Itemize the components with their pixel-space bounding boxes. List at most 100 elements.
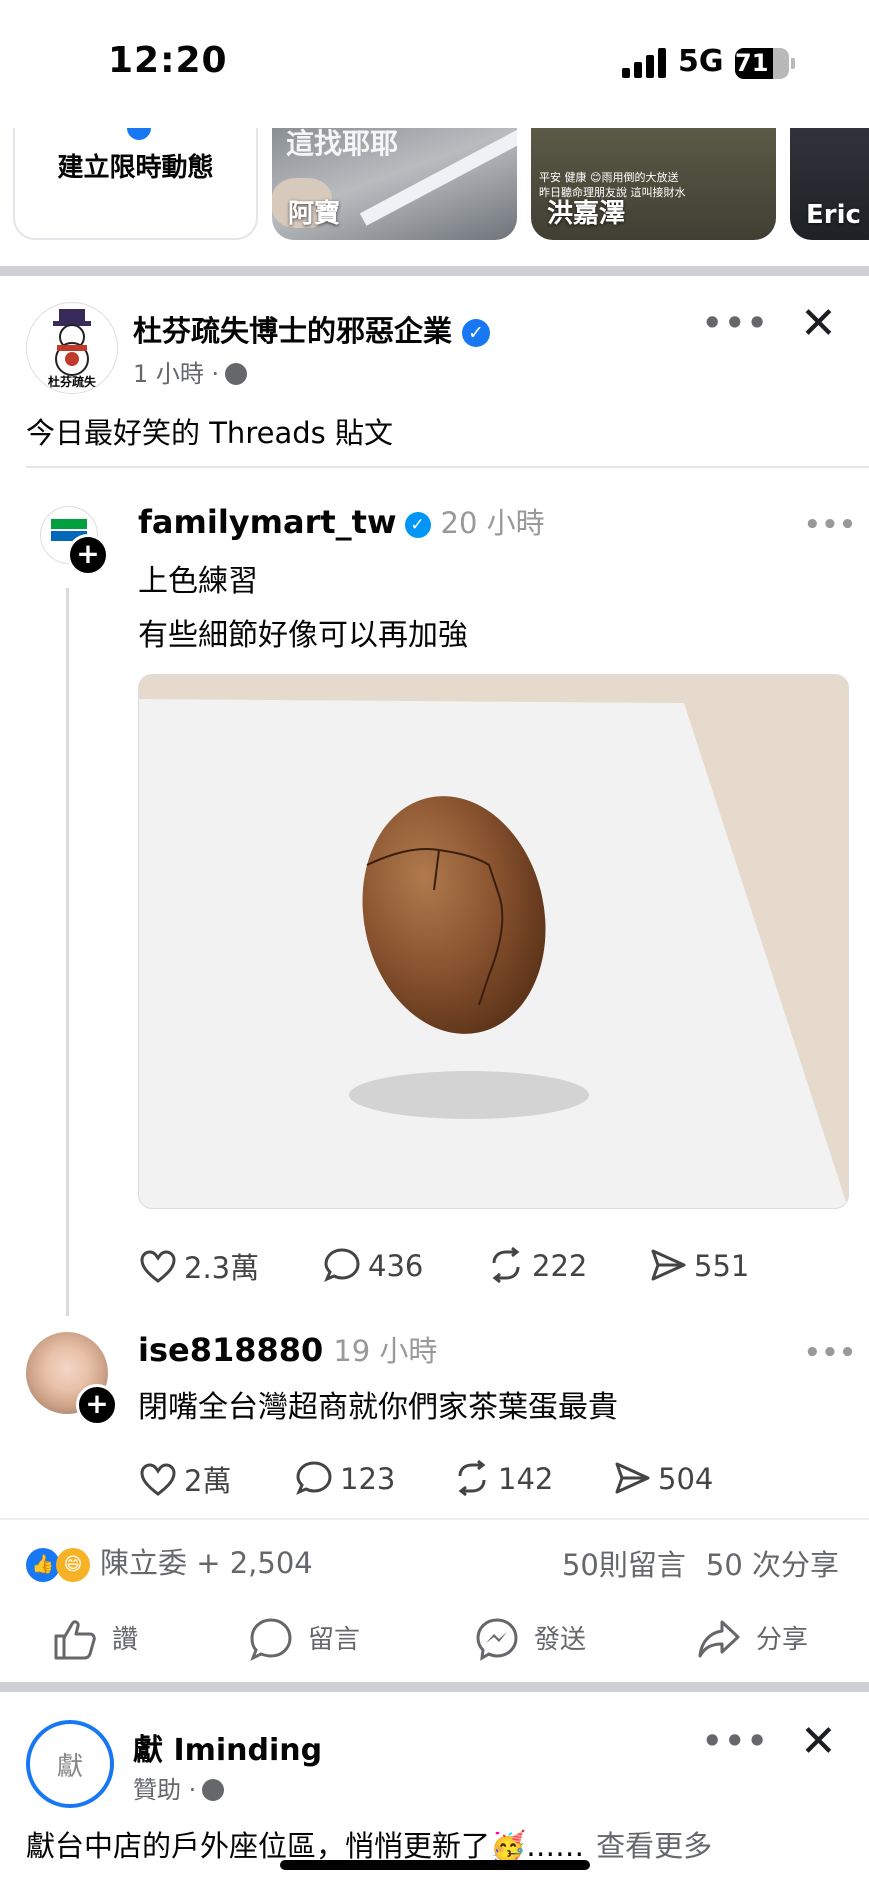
logo-green-bar <box>51 519 87 529</box>
thread-author-name: familymart_tw <box>138 503 397 541</box>
comment-label: 留言 <box>308 1625 361 1655</box>
ad-text: 獻台中店的戶外座位區，悄悄更新了🥳…… 查看更多 <box>26 1823 712 1865</box>
like-label: 讚 <box>112 1625 139 1655</box>
repost-icon <box>458 1459 486 1497</box>
send-label: 發送 <box>534 1625 587 1655</box>
signal-icon <box>622 48 666 78</box>
share-arrow-icon <box>698 1620 740 1658</box>
thread-reposts[interactable]: 222 <box>486 1245 587 1285</box>
more-options-icon[interactable]: ••• <box>702 304 769 342</box>
add-story-icon <box>127 128 151 140</box>
home-indicator[interactable] <box>280 1860 590 1870</box>
status-time: 12:20 <box>108 40 228 81</box>
reply-time: 19 小時 <box>333 1334 438 1368</box>
heart-icon <box>140 1250 176 1283</box>
embed-divider <box>26 466 869 468</box>
verified-badge-icon: ✓ <box>462 319 491 347</box>
thumbs-up-icon <box>54 1620 96 1660</box>
send-button[interactable]: 發送 <box>474 1616 586 1662</box>
thread-line-2: 有些細節好像可以再加強 <box>138 618 468 653</box>
ad-body: 獻台中店的戶外座位區，悄悄更新了🥳…… <box>26 1829 585 1863</box>
thread-more-icon: ••• <box>804 510 857 540</box>
follow-plus-icon[interactable]: + <box>67 534 109 576</box>
globe-icon <box>202 1779 225 1801</box>
ad-author[interactable]: 獻 Iminding <box>133 1725 322 1769</box>
likes-count: 2.3萬 <box>184 1251 260 1285</box>
reply-likes[interactable]: 2萬 <box>138 1458 231 1500</box>
embed-bottom-divider <box>0 1518 869 1520</box>
thread-shares[interactable]: 551 <box>648 1245 749 1285</box>
story-overlay-text: 這找耶耶 <box>286 128 399 160</box>
story-card-eric[interactable]: Eric L <box>790 128 869 240</box>
thread-line-1: 上色練習 <box>138 564 258 599</box>
reposts-count: 142 <box>498 1462 554 1496</box>
send-icon <box>651 1249 686 1281</box>
thread-likes[interactable]: 2.3萬 <box>138 1245 259 1287</box>
close-icon[interactable]: ✕ <box>800 302 837 346</box>
reactions-names: 陳立委 + 2,504 <box>100 1546 313 1580</box>
reply-author-name: ise818880 <box>138 1331 324 1369</box>
iminding-avatar-text: 獻 <box>56 1752 83 1782</box>
post-meta: 1 小時 · <box>133 354 248 389</box>
battery-tip <box>791 58 795 69</box>
haha-reaction-icon: 😄 <box>56 1548 90 1582</box>
share-label: 分享 <box>756 1625 809 1655</box>
messenger-icon <box>476 1618 518 1661</box>
thread-author: familymart_tw ✓ 20 小時 <box>138 500 545 542</box>
thread-comments[interactable]: 436 <box>322 1245 423 1285</box>
comment-icon <box>250 1618 292 1662</box>
send-icon <box>615 1462 650 1494</box>
comments-total: 50則留言 <box>561 1548 686 1582</box>
sponsored-label: 贊助 · <box>133 1776 197 1804</box>
section-divider <box>0 1682 869 1692</box>
create-story-card[interactable]: 建立限時動態 <box>13 128 258 240</box>
reactions-summary[interactable]: 👍 😄 陳立委 + 2,504 <box>26 1540 313 1582</box>
thread-time: 20 小時 <box>440 506 545 540</box>
reply-more-icon: ••• <box>804 1338 857 1368</box>
thread-connector <box>66 588 69 1316</box>
story-name: 阿寶 <box>288 199 341 229</box>
verified-badge-icon: ✓ <box>404 512 431 538</box>
like-reaction-icon: 👍 <box>26 1548 60 1582</box>
share-button[interactable]: 分享 <box>696 1616 808 1662</box>
see-more-link[interactable]: 查看更多 <box>596 1829 712 1863</box>
comments-count: 436 <box>368 1249 424 1283</box>
egg-photo[interactable] <box>138 674 849 1209</box>
more-options-icon[interactable]: ••• <box>702 1722 769 1760</box>
page-avatar[interactable]: 杜芬疏失 <box>26 302 118 394</box>
post-text: 今日最好笑的 Threads 貼文 <box>26 416 393 450</box>
heart-icon <box>140 1463 176 1496</box>
post-time: 1 小時 · <box>133 360 220 388</box>
ad-meta: 贊助 · <box>133 1770 225 1805</box>
comment-button[interactable]: 留言 <box>248 1616 360 1662</box>
story-name: 洪嘉澤 <box>547 199 626 229</box>
engagement-counts[interactable]: 50則留言 50 次分享 <box>562 1542 839 1584</box>
iminding-avatar[interactable]: 獻 <box>26 1720 114 1808</box>
story-card-hong[interactable]: 平安 健康 😊雨用倒的大放送 昨日聽命理朋友說 這叫接財水 洪嘉澤 <box>531 128 776 240</box>
network-type: 5G <box>678 44 724 79</box>
shares-count: 551 <box>694 1249 750 1283</box>
shares-count: 504 <box>658 1462 714 1496</box>
reposts-count: 222 <box>532 1249 588 1283</box>
avatar-caption: 杜芬疏失 <box>47 375 96 389</box>
shares-total: 50 次分享 <box>705 1548 839 1582</box>
battery-icon: 71 <box>735 48 789 79</box>
author-name: 杜芬疏失博士的邪惡企業 <box>133 314 453 348</box>
repost-icon <box>492 1246 520 1284</box>
create-story-label: 建立限時動態 <box>57 153 214 183</box>
comment-bubble-icon <box>324 1248 360 1282</box>
reply-reposts[interactable]: 142 <box>452 1458 553 1498</box>
post-author[interactable]: 杜芬疏失博士的邪惡企業 ✓ <box>133 308 491 350</box>
reply-shares[interactable]: 504 <box>612 1458 713 1498</box>
reply-comments[interactable]: 123 <box>294 1458 395 1498</box>
comment-bubble-icon <box>296 1461 332 1495</box>
like-button[interactable]: 讚 <box>52 1616 138 1662</box>
story-name: Eric L <box>806 200 869 230</box>
reply-author: ise818880 19 小時 <box>138 1328 437 1370</box>
follow-plus-icon[interactable]: + <box>76 1384 118 1426</box>
comments-count: 123 <box>340 1462 396 1496</box>
story-card-abao[interactable]: 這找耶耶 阿寶 <box>272 128 517 240</box>
close-icon[interactable]: ✕ <box>800 1720 837 1764</box>
globe-icon <box>225 363 248 385</box>
likes-count: 2萬 <box>184 1464 232 1498</box>
